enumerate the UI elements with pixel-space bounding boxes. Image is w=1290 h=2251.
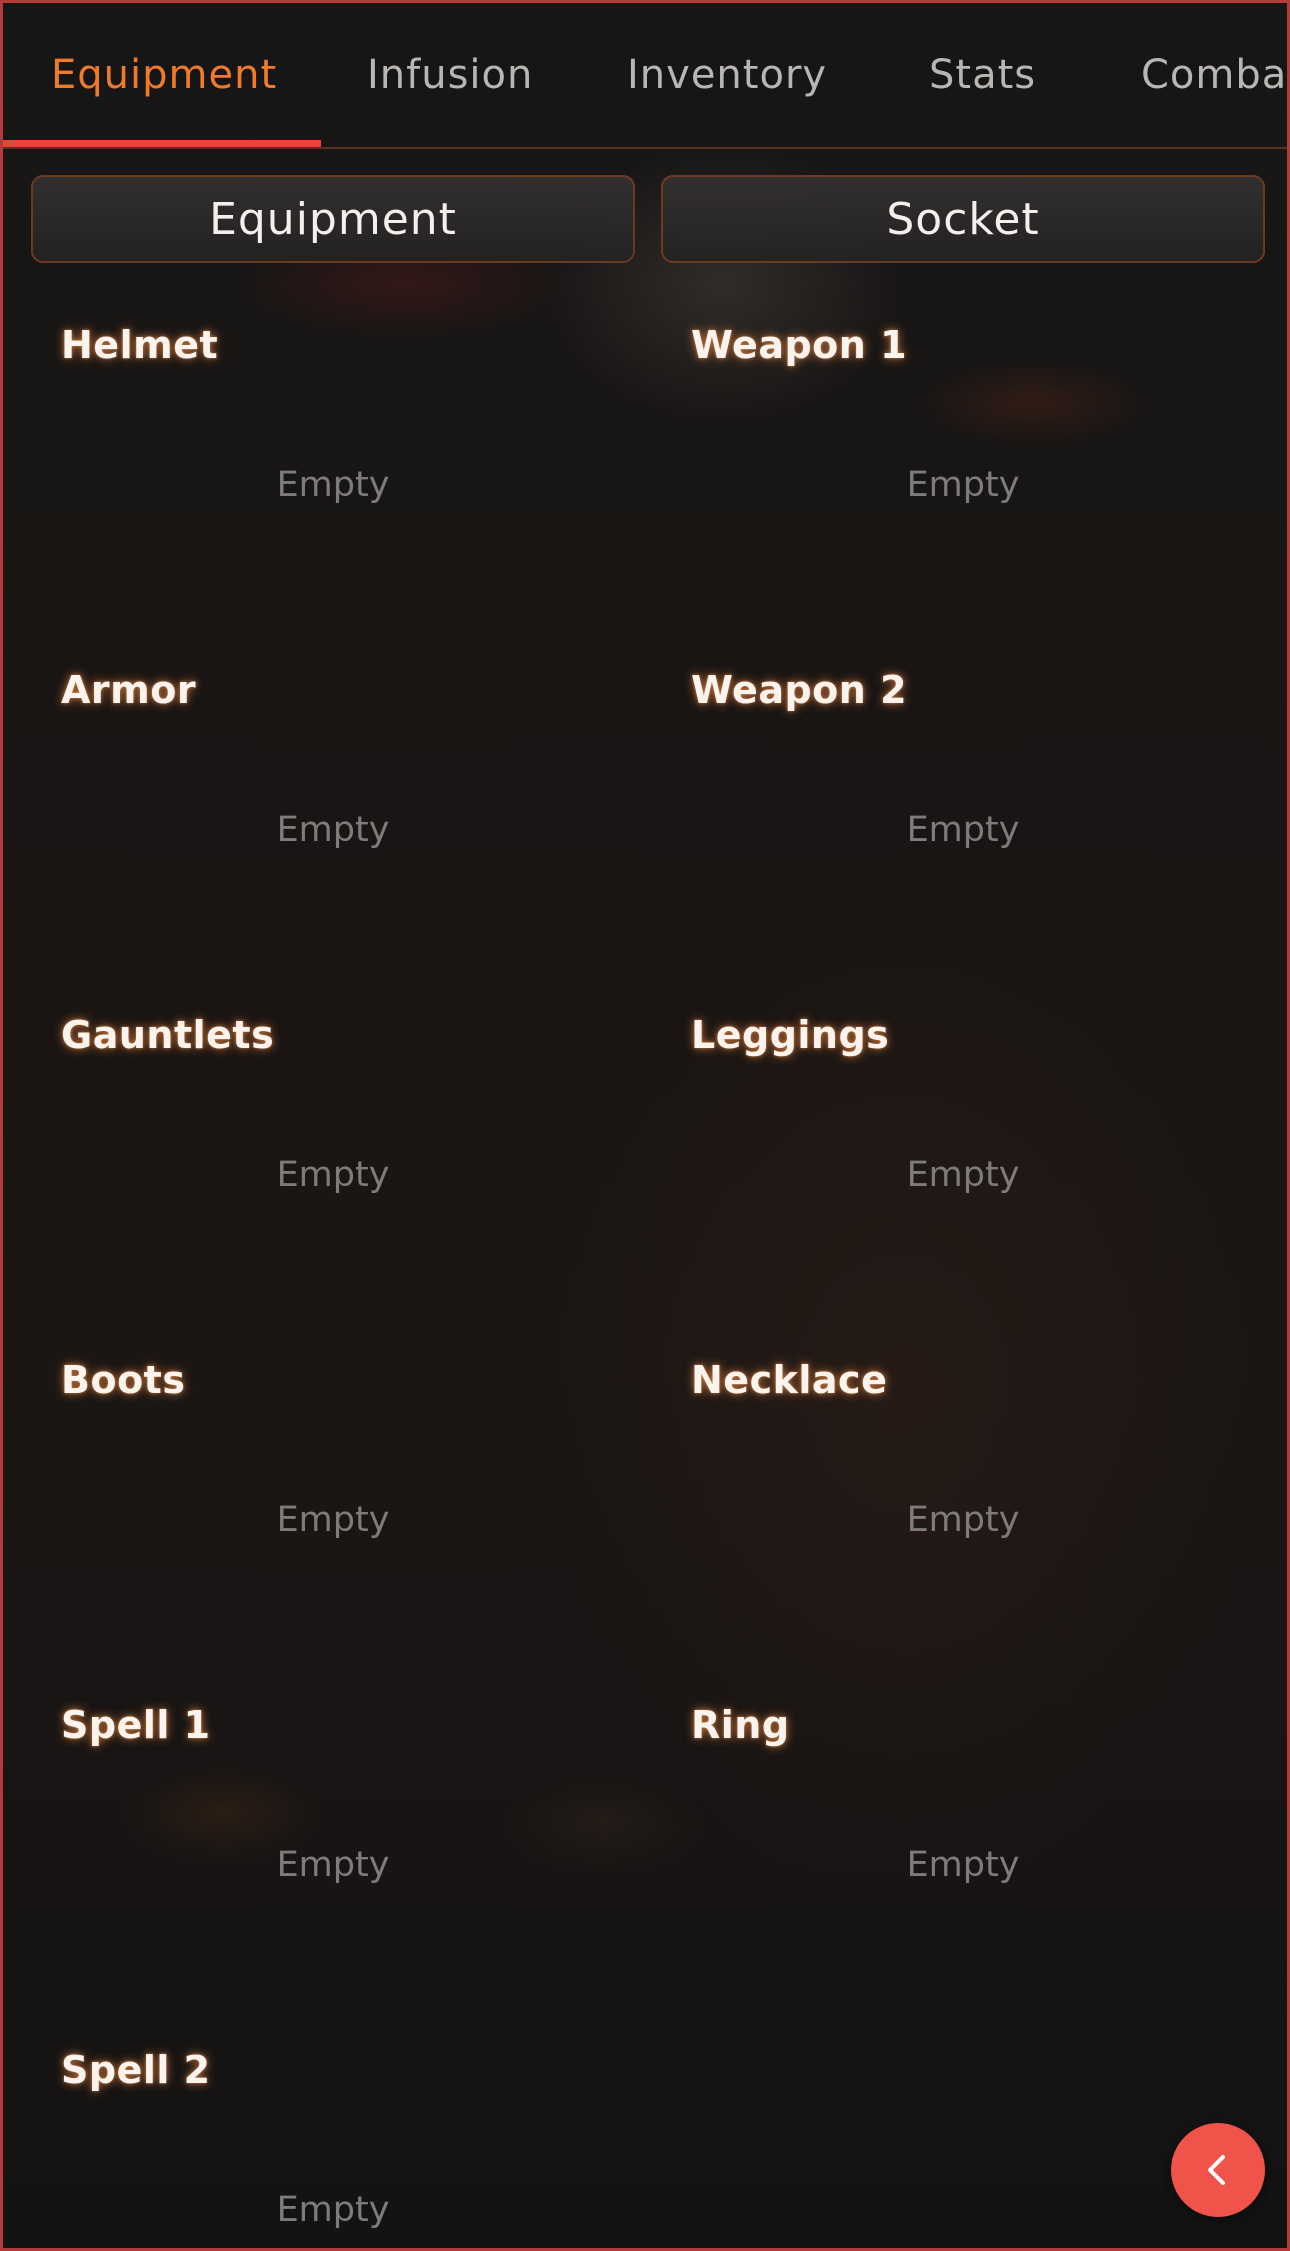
slot-title: Armor xyxy=(61,668,197,712)
slot-title: Necklace xyxy=(691,1358,888,1402)
equipment-screen: Equipment Infusion Inventory Stats Comba… xyxy=(0,0,1290,2251)
tab-combat[interactable]: Comba xyxy=(1141,3,1287,147)
slot-title: Spell 2 xyxy=(61,2048,211,2092)
slot-empty-label: Empty xyxy=(276,1500,390,1540)
tab-infusion[interactable]: Infusion xyxy=(367,3,533,147)
chevron-left-icon xyxy=(1208,2155,1225,2185)
equipment-subtab-button[interactable]: Equipment xyxy=(31,175,635,263)
slot-boots[interactable]: Boots Empty xyxy=(61,1358,661,1678)
slot-empty-label: Empty xyxy=(906,1500,1020,1540)
slot-spell-2[interactable]: Spell 2 Empty xyxy=(61,2048,661,2248)
slot-title: Leggings xyxy=(691,1013,890,1057)
tab-inventory[interactable]: Inventory xyxy=(627,3,827,147)
tab-bar: Equipment Infusion Inventory Stats Comba xyxy=(3,3,1287,149)
tab-equipment[interactable]: Equipment xyxy=(51,3,277,147)
slot-title: Weapon 2 xyxy=(691,668,908,712)
slot-empty-label: Empty xyxy=(276,1155,390,1195)
slot-empty-label: Empty xyxy=(906,465,1020,505)
slot-title: Spell 1 xyxy=(61,1703,211,1747)
slot-empty-label: Empty xyxy=(276,1845,390,1885)
slot-gauntlets[interactable]: Gauntlets Empty xyxy=(61,1013,661,1333)
socket-subtab-button[interactable]: Socket xyxy=(661,175,1265,263)
active-tab-indicator xyxy=(3,140,321,147)
slot-empty-label: Empty xyxy=(276,810,390,850)
slot-helmet[interactable]: Helmet Empty xyxy=(61,323,661,643)
slot-weapon-1[interactable]: Weapon 1 Empty xyxy=(691,323,1287,643)
slot-empty-label: Empty xyxy=(906,1845,1020,1885)
slot-leggings[interactable]: Leggings Empty xyxy=(691,1013,1287,1333)
slot-empty-label: Empty xyxy=(276,2190,390,2230)
slot-empty-label: Empty xyxy=(906,1155,1020,1195)
slot-title: Helmet xyxy=(61,323,219,367)
slot-title: Boots xyxy=(61,1358,186,1402)
slot-empty-label: Empty xyxy=(276,465,390,505)
slot-necklace[interactable]: Necklace Empty xyxy=(691,1358,1287,1678)
slot-ring[interactable]: Ring Empty xyxy=(691,1703,1287,2023)
slot-spell-1[interactable]: Spell 1 Empty xyxy=(61,1703,661,2023)
slot-title: Weapon 1 xyxy=(691,323,908,367)
slot-armor[interactable]: Armor Empty xyxy=(61,668,661,988)
slot-title: Ring xyxy=(691,1703,790,1747)
slot-empty-label: Empty xyxy=(906,810,1020,850)
slot-weapon-2[interactable]: Weapon 2 Empty xyxy=(691,668,1287,988)
slot-title: Gauntlets xyxy=(61,1013,275,1057)
tab-stats[interactable]: Stats xyxy=(929,3,1036,147)
back-button[interactable] xyxy=(1171,2123,1265,2217)
